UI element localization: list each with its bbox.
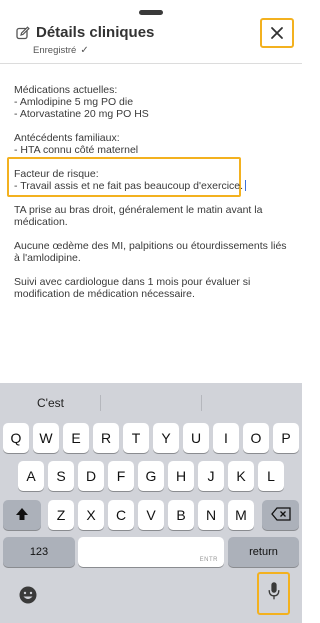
on-screen-keyboard: C'est Q W E R T Y U I O P A S D F G H J K L Z X C V B N M 123 E… — [0, 383, 302, 623]
key-label: Y — [161, 430, 171, 446]
risk-factor-block: Facteur de risque: - Travail assis et ne… — [14, 168, 294, 192]
medications-block: Médications actuelles: - Amlodipine 5 mg… — [14, 84, 294, 120]
medication-item: - Atorvastatine 20 mg PO HS — [14, 108, 149, 120]
risk-factor-item: - Travail assis et ne fait pas beaucoup … — [14, 180, 294, 192]
key-label: M — [235, 507, 247, 523]
page-title: Détails cliniques — [36, 24, 155, 41]
close-button[interactable] — [260, 18, 294, 48]
key-label: Z — [56, 507, 66, 523]
key-g[interactable]: G — [138, 461, 164, 491]
key-label: S — [56, 468, 66, 484]
header-divider — [0, 63, 302, 64]
backspace-icon — [270, 506, 291, 524]
suggestion-divider — [201, 395, 202, 411]
return-key[interactable]: return — [228, 537, 299, 567]
key-h[interactable]: H — [168, 461, 194, 491]
key-r[interactable]: R — [93, 423, 119, 453]
note-paragraph: TA prise au bras droit, généralement le … — [14, 204, 263, 228]
key-u[interactable]: U — [183, 423, 209, 453]
key-label: W — [39, 430, 53, 446]
family-history-block: Antécédents familiaux: - HTA connu côté … — [14, 132, 294, 156]
medication-item: - Amlodipine 5 mg PO die — [14, 96, 134, 108]
key-w[interactable]: W — [33, 423, 59, 453]
key-label: T — [131, 430, 141, 446]
key-label: L — [267, 468, 275, 484]
key-label: X — [86, 507, 96, 523]
suggestion-divider — [100, 395, 101, 411]
key-b[interactable]: B — [168, 500, 194, 530]
note-paragraph: Suivi avec cardiologue dans 1 mois pour … — [14, 276, 251, 300]
medications-heading: Médications actuelles: — [14, 84, 118, 96]
key-m[interactable]: M — [228, 500, 254, 530]
risk-factor-text: - Travail assis et ne fait pas beaucoup … — [14, 180, 244, 192]
key-t[interactable]: T — [123, 423, 149, 453]
key-label: P — [281, 430, 291, 446]
note-paragraph: Aucune œdème des MI, palpitions ou étour… — [14, 240, 287, 264]
key-j[interactable]: J — [198, 461, 224, 491]
key-x[interactable]: X — [78, 500, 104, 530]
key-label: B — [176, 507, 186, 523]
key-n[interactable]: N — [198, 500, 224, 530]
key-label: E — [71, 430, 81, 446]
key-label: A — [26, 468, 36, 484]
clinical-details-sheet: Détails cliniques Enregistré ✓ Médicatio… — [0, 0, 302, 383]
space-key[interactable]: ENTR — [78, 537, 224, 567]
risk-factor-heading: Facteur de risque: — [14, 168, 99, 180]
key-label: J — [207, 468, 215, 484]
space-key-hint: ENTR — [199, 557, 218, 563]
key-label: C — [115, 507, 127, 523]
key-k[interactable]: K — [228, 461, 254, 491]
pencil-square-icon — [16, 25, 30, 40]
microphone-icon — [267, 581, 281, 606]
family-history-heading: Antécédents familiaux: — [14, 132, 120, 144]
key-y[interactable]: Y — [153, 423, 179, 453]
shift-key[interactable] — [3, 500, 41, 530]
key-label: N — [205, 507, 217, 523]
key-q[interactable]: Q — [3, 423, 29, 453]
sheet-header: Détails cliniques Enregistré ✓ — [16, 24, 154, 56]
save-status-label: Enregistré — [33, 45, 77, 56]
key-label: D — [85, 468, 97, 484]
key-f[interactable]: F — [108, 461, 134, 491]
key-d[interactable]: D — [78, 461, 104, 491]
dictation-button[interactable] — [257, 572, 290, 615]
key-label: K — [236, 468, 246, 484]
suggestion-1[interactable]: C'est — [37, 396, 64, 410]
numbers-key[interactable]: 123 — [3, 537, 75, 567]
key-i[interactable]: I — [213, 423, 239, 453]
save-status: Enregistré ✓ — [33, 45, 154, 56]
sheet-grabber-handle[interactable] — [139, 10, 163, 15]
checkmark-icon: ✓ — [80, 45, 89, 56]
key-e[interactable]: E — [63, 423, 89, 453]
key-l[interactable]: L — [258, 461, 284, 491]
family-history-item: - HTA connu côté maternel — [14, 144, 139, 156]
key-a[interactable]: A — [18, 461, 44, 491]
key-label: H — [175, 468, 187, 484]
key-o[interactable]: O — [243, 423, 269, 453]
text-cursor — [245, 180, 247, 191]
close-x-icon — [271, 27, 283, 39]
key-s[interactable]: S — [48, 461, 74, 491]
key-label: V — [146, 507, 156, 523]
key-label: F — [116, 468, 126, 484]
key-label: I — [224, 430, 228, 446]
key-p[interactable]: P — [273, 423, 299, 453]
title-row: Détails cliniques — [16, 24, 154, 41]
delete-key[interactable] — [262, 500, 299, 530]
key-label: R — [100, 430, 112, 446]
key-label: U — [190, 430, 202, 446]
key-v[interactable]: V — [138, 500, 164, 530]
key-label: Q — [10, 430, 22, 446]
key-label: O — [250, 430, 262, 446]
key-c[interactable]: C — [108, 500, 134, 530]
emoji-face-icon[interactable] — [18, 585, 38, 605]
clinical-notes-text[interactable]: Médications actuelles: - Amlodipine 5 mg… — [14, 84, 294, 312]
numbers-key-label: 123 — [29, 546, 49, 558]
predictive-bar: C'est — [0, 383, 302, 421]
key-z[interactable]: Z — [48, 500, 74, 530]
return-key-label: return — [249, 546, 278, 558]
shift-arrow-icon — [14, 506, 30, 525]
key-label: G — [145, 468, 157, 484]
